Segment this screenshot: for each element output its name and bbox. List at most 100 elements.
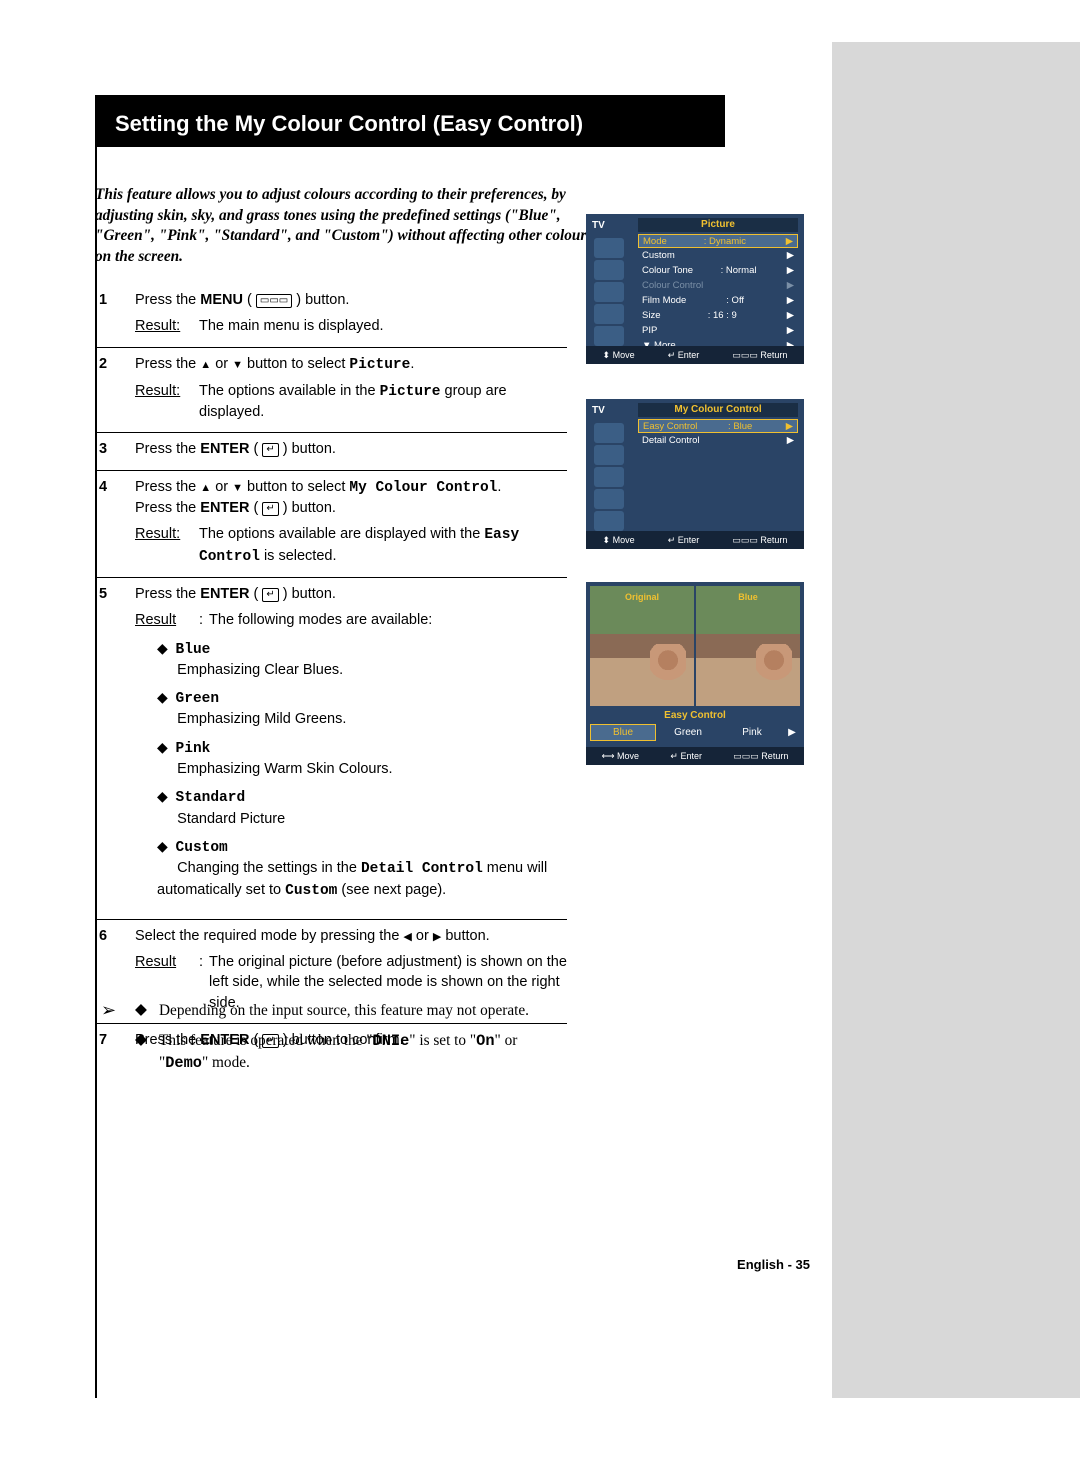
intro-paragraph: This feature allows you to adjust colour…: [95, 185, 595, 268]
step-number: 4: [95, 477, 135, 567]
mode-item: ◆ Pink Emphasizing Warm Skin Colours.: [157, 738, 567, 780]
step-number: 1: [95, 290, 135, 337]
mode-name: Custom: [176, 840, 228, 856]
step-number: 2: [95, 354, 135, 423]
step-text: Press the: [135, 586, 200, 602]
result-label: Result: [135, 381, 199, 423]
preview-easy-control-label: Easy Control: [586, 710, 804, 721]
step-text: Press the: [135, 356, 200, 372]
osd-cat-icon: [594, 445, 624, 465]
mode-name: Green: [176, 691, 220, 707]
step-text: (: [243, 292, 256, 308]
osd-row[interactable]: Mode: Dynamic▶: [638, 234, 798, 248]
step-text: .: [410, 356, 414, 372]
result-text: The options available in the Picture gro…: [199, 381, 567, 423]
preview-mode-label: Blue: [696, 592, 800, 602]
mode-name: Pink: [176, 741, 211, 757]
osd-row-value: : Off: [686, 293, 784, 308]
result-label: Result: [135, 524, 199, 567]
osd-row[interactable]: Colour Tone: Normal▶: [638, 263, 798, 278]
step-text: or: [211, 356, 232, 372]
osd-cat-icon: [594, 511, 624, 531]
preview-opt-pink[interactable]: Pink: [720, 724, 784, 741]
osd-row-label: Easy Control: [643, 420, 697, 432]
osd-row-arrow-icon: ▶: [783, 235, 793, 247]
osd-cat-icon: [594, 282, 624, 302]
page-title: Setting the My Colour Control (Easy Cont…: [95, 95, 725, 147]
enter-icon: ↵: [262, 443, 278, 457]
osd-icon-column: [586, 236, 630, 348]
osd-row-label: Custom: [642, 248, 675, 263]
note-arrow-icon: ➢: [95, 1000, 135, 1083]
mode-item: ◆ Green Emphasizing Mild Greens.: [157, 688, 567, 730]
osd-cat-icon: [594, 260, 624, 280]
notes-block: ➢ ◆ Depending on the input source, this …: [95, 1000, 565, 1083]
step-row: 4 Press the ▲ or ▼ button to select My C…: [95, 471, 567, 578]
osd-row-arrow-icon: ▶: [784, 433, 794, 448]
left-triangle-icon: ◀: [403, 931, 411, 943]
step-text: button to select: [243, 356, 349, 372]
osd-cat-icon: [594, 326, 624, 346]
preview-footer: ⟷ Move ↵ Enter ▭▭▭ Return: [586, 747, 804, 765]
step-text: (: [249, 441, 262, 457]
osd-heading: Picture: [638, 218, 798, 232]
osd-row-arrow-icon: ▶: [784, 308, 794, 323]
page-footer: English - 35: [737, 1257, 810, 1272]
osd-row-arrow-icon: ▶: [784, 263, 794, 278]
mode-item: ◆ Blue Emphasizing Clear Blues.: [157, 639, 567, 681]
mode-desc: Emphasizing Mild Greens.: [177, 711, 346, 727]
osd-cat-icon: [594, 238, 624, 258]
osd-tv-label: TV: [592, 220, 605, 231]
step-text: or: [211, 479, 232, 495]
osd-cat-icon: [594, 489, 624, 509]
enter-button-label: ENTER: [200, 441, 249, 457]
osd-row-value: : Blue: [697, 420, 783, 432]
osd-row-value: : 16 : 9: [660, 308, 784, 323]
osd-row[interactable]: Size: 16 : 9▶: [638, 308, 798, 323]
picture-mono: Picture: [349, 357, 410, 373]
osd-row[interactable]: Film Mode: Off▶: [638, 293, 798, 308]
osd-row[interactable]: Easy Control: Blue▶: [638, 419, 798, 433]
osd-rows: Easy Control: Blue▶Detail Control▶: [638, 419, 798, 448]
step-row: 1 Press the MENU ( ▭▭▭ ) button. ResultT…: [95, 284, 567, 348]
osd-row[interactable]: Colour Control▶: [638, 278, 798, 293]
osd-mcc-menu: TV My Colour Control Easy Control: Blue▶…: [586, 399, 804, 549]
step-text: or: [412, 928, 433, 944]
mode-desc: Emphasizing Warm Skin Colours.: [177, 761, 392, 777]
preview-opt-blue[interactable]: Blue: [590, 724, 656, 741]
osd-enter-hint: ↵ Enter: [668, 350, 700, 361]
osd-move-hint: ⬍ Move: [603, 350, 635, 361]
osd-footer: ⬍ Move ↵ Enter ▭▭▭ Return: [586, 346, 804, 364]
result-label: Result: [135, 316, 199, 336]
preview-return-hint: ▭▭▭ Return: [733, 751, 788, 762]
osd-row-value: [675, 248, 784, 263]
preview-enter-hint: ↵ Enter: [670, 751, 702, 762]
osd-cat-icon: [594, 467, 624, 487]
osd-row-label: Mode: [643, 235, 667, 247]
osd-move-hint: ⬍ Move: [603, 535, 635, 546]
mode-item: ◆ Custom Changing the settings in the De…: [157, 837, 567, 901]
osd-row[interactable]: PIP▶: [638, 323, 798, 338]
mode-desc: Changing the settings in the Detail Cont…: [157, 860, 547, 897]
mode-desc: Emphasizing Clear Blues.: [177, 662, 343, 678]
note-text: This feature is operated when the "DNIe"…: [159, 1030, 565, 1074]
menu-button-label: MENU: [200, 292, 243, 308]
preview-original-label: Original: [590, 592, 694, 602]
osd-row[interactable]: Detail Control▶: [638, 433, 798, 448]
preview-mode-image: Blue: [696, 586, 800, 706]
preview-next-arrow-icon[interactable]: ▶: [784, 724, 800, 741]
preview-opt-green[interactable]: Green: [656, 724, 720, 741]
right-sidebar-band: [832, 42, 1080, 1398]
mcc-mono: My Colour Control: [349, 480, 497, 496]
mode-item: ◆ Standard Standard Picture: [157, 787, 567, 829]
step-text: Press the: [135, 292, 200, 308]
step-text: Press the: [135, 441, 200, 457]
enter-button-label: ENTER: [200, 586, 249, 602]
up-triangle-icon: ▲: [200, 482, 211, 494]
osd-row[interactable]: Custom▶: [638, 248, 798, 263]
step-text: ) button.: [279, 441, 336, 457]
note-item: ◆ Depending on the input source, this fe…: [135, 1000, 565, 1022]
osd-row-value: : Dynamic: [667, 235, 783, 247]
result-text: The options available are displayed with…: [199, 524, 567, 567]
osd-row-label: Colour Control: [642, 278, 703, 293]
